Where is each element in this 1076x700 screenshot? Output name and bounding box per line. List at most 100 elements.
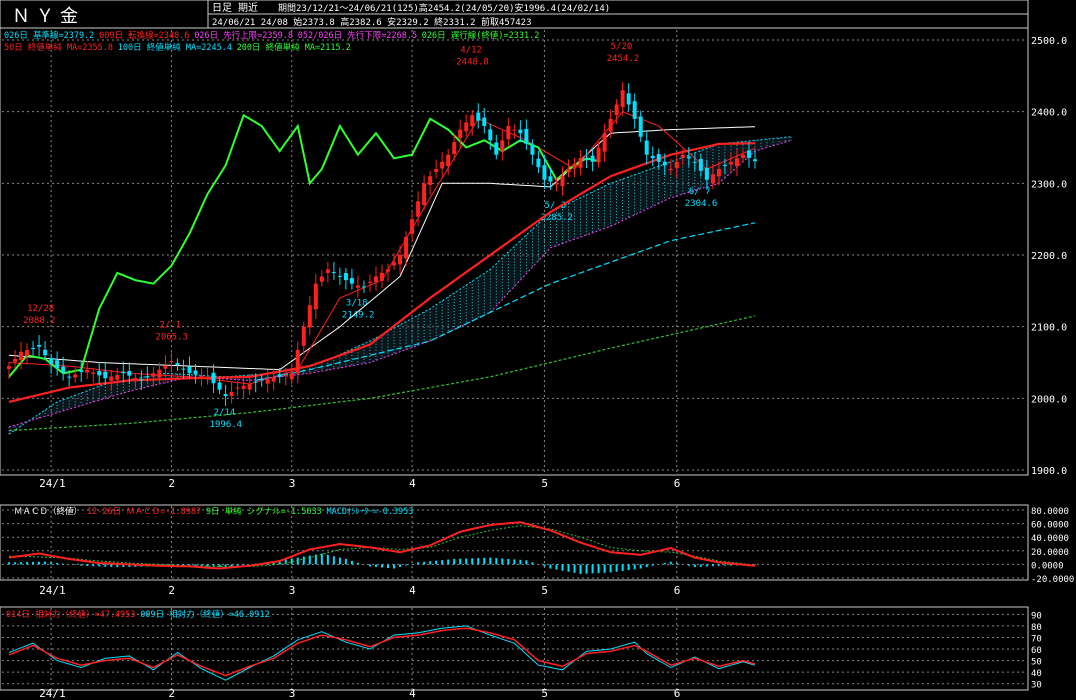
- macd-x-tick-label: 24/1: [39, 584, 65, 597]
- candle-up: [283, 375, 288, 377]
- annotation-value: 2065.3: [155, 333, 188, 343]
- candle-down: [494, 142, 499, 155]
- candle-up: [440, 161, 445, 169]
- macd-signal-line: [8, 525, 756, 567]
- candle-up: [109, 376, 114, 381]
- last-bar-info: 24/06/21 24/08 始2373.8 高2382.6 安2329.2 終…: [212, 16, 532, 28]
- annotation-date: 12/28: [27, 304, 54, 314]
- candle-down: [331, 272, 336, 274]
- candle-up: [265, 379, 270, 384]
- annotations: 12/282088.2 2/ 12065.32/141996.43/182149.…: [23, 42, 717, 430]
- candle-down: [686, 156, 691, 159]
- chart-title: ＮＹ金: [12, 6, 84, 27]
- annotation-date: 4/12: [460, 46, 482, 56]
- candle-down: [253, 381, 258, 383]
- annotation-date: 2/14: [214, 408, 236, 418]
- candle-down: [746, 150, 751, 158]
- candle-down: [49, 357, 54, 364]
- candle-up: [428, 176, 433, 185]
- rsi14-line: [8, 627, 756, 677]
- candle-up: [325, 269, 330, 273]
- candle-up: [115, 374, 120, 380]
- price-y-tick-label: 2300.0: [1031, 179, 1067, 190]
- candle-down: [650, 155, 655, 159]
- candle-down: [187, 366, 192, 374]
- price-x-tick-label: 2: [168, 477, 175, 490]
- candle-up: [734, 158, 739, 167]
- candle-up: [680, 154, 685, 158]
- candle-up: [422, 183, 427, 206]
- candle-up: [566, 169, 571, 173]
- price-legend-item: 026日 基準線=2379.2: [4, 30, 94, 41]
- candle-up: [470, 115, 475, 127]
- price-x-tick-label: 6: [674, 477, 681, 490]
- candle-up: [554, 183, 559, 185]
- macd-x-tick-label: 5: [541, 584, 548, 597]
- candle-up: [410, 219, 415, 234]
- macd-x-tick-label: 3: [289, 584, 296, 597]
- rsi-x-tick-label: 2: [168, 687, 175, 700]
- candle-down: [482, 117, 487, 126]
- chart-canvas: ＮＹ金 日足 期近 期間23/12/21～24/06/21(125)高2454.…: [0, 0, 1074, 700]
- candle-up: [398, 255, 403, 265]
- candle-down: [361, 286, 366, 288]
- candle-down: [223, 394, 228, 397]
- candle-up: [608, 118, 613, 132]
- candle-down: [127, 370, 132, 376]
- candle-up: [710, 174, 715, 184]
- candle-up: [380, 272, 384, 281]
- candle-up: [169, 361, 174, 363]
- macd-y-tick-label: 80.0000: [1031, 507, 1069, 517]
- candle-up: [614, 104, 619, 116]
- candle-down: [181, 368, 186, 370]
- candle-down: [103, 371, 108, 379]
- candle-down: [536, 158, 541, 168]
- candle-down: [97, 370, 102, 376]
- candle-up: [506, 126, 511, 140]
- candle-up: [560, 176, 565, 187]
- price-y-tick-label: 2100.0: [1031, 323, 1067, 334]
- candle-down: [488, 129, 493, 141]
- price-y-tick-label: 1900.0: [1031, 466, 1067, 477]
- axes: 2500.0 2400.0 2300.0 2200.0 2100.0 2000.0 1900…: [39, 36, 1074, 700]
- price-x-tick-label: 4: [409, 477, 416, 490]
- rsi-legend-item: 014日 相対力（終値）=47.4953: [6, 609, 135, 620]
- candle-up: [578, 158, 583, 168]
- kijun-line: [8, 126, 756, 371]
- ma200-line: [8, 315, 756, 432]
- macd-y-tick-label: 40.0000: [1031, 534, 1069, 544]
- candle-down: [638, 116, 643, 137]
- candle-up: [91, 372, 96, 374]
- macd-x-tick-label: 2: [168, 584, 175, 597]
- period-info: 期間23/12/21～24/06/21(125)高2454.2(24/05/20…: [278, 2, 610, 14]
- macd-y-tick-label: 0.0000: [1031, 561, 1064, 571]
- price-legend-item: 052/026日 先行下限=2268.5: [298, 30, 417, 41]
- candle-down: [343, 272, 348, 281]
- macd-y-tick-label: -20.0000: [1031, 575, 1074, 585]
- candle-down: [698, 158, 703, 171]
- candle-up: [301, 326, 306, 346]
- candle-up: [307, 305, 312, 328]
- rsi-y-tick-label: 80: [1031, 623, 1042, 633]
- candle-down: [211, 372, 216, 384]
- rsi-y-tick-label: 90: [1031, 611, 1042, 621]
- price-x-tick-label: 24/1: [39, 477, 65, 490]
- candle-up: [319, 276, 324, 282]
- rsi-x-tick-label: 4: [409, 687, 416, 700]
- candle-up: [572, 163, 577, 168]
- candle-up: [373, 276, 378, 282]
- candle-up: [271, 378, 276, 382]
- candle-down: [644, 140, 649, 155]
- ma100-line: [255, 222, 756, 381]
- candle-down: [722, 164, 727, 166]
- candle-up: [668, 169, 673, 170]
- rsi-legend-item: 009日 相対力（終値）=46.0912: [140, 609, 269, 620]
- price-x-tick-label: 3: [289, 477, 296, 490]
- macd-legend-item: 12-26日 ＭＡＣＤ=-1.8987: [87, 507, 201, 517]
- candle-up: [151, 373, 156, 377]
- ma-legend-item: 200日 終値単純 MA=2115.2: [237, 42, 351, 53]
- macd-legend-item: 9日 単純 シグナル=-1.5033: [206, 506, 322, 517]
- candle-down: [61, 366, 66, 373]
- candle-up: [73, 374, 78, 378]
- macd-x-tick-label: 4: [409, 584, 416, 597]
